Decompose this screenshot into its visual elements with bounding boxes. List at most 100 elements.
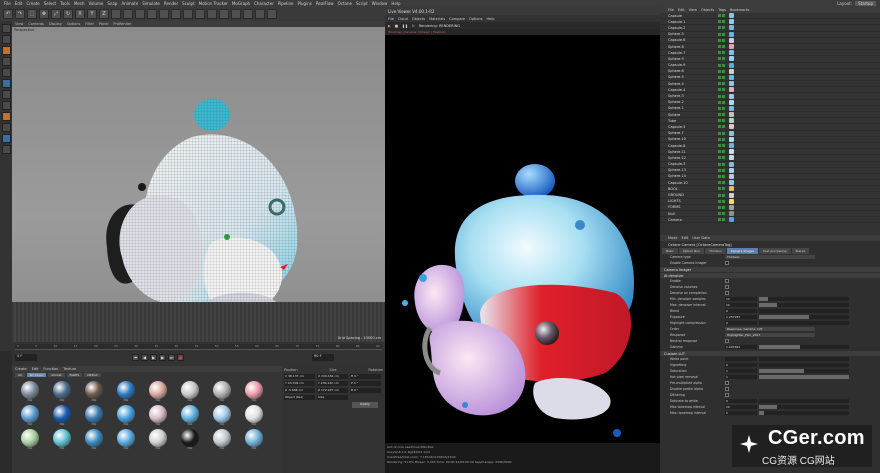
viewport-menu-item[interactable]: Filter	[85, 22, 94, 26]
render-dot[interactable]	[722, 100, 725, 104]
attribute-tab[interactable]: Basic	[662, 248, 678, 254]
render-dot[interactable]	[722, 106, 725, 110]
param-slider[interactable]	[759, 303, 849, 307]
object-menu-item[interactable]: View	[689, 8, 697, 12]
visibility-dot[interactable]	[718, 137, 721, 141]
tool-icon[interactable]	[147, 9, 157, 19]
attribute-tab[interactable]: Post processing	[759, 248, 791, 254]
live-viewer-menu-item[interactable]: Materials	[429, 17, 445, 21]
param-slider[interactable]	[759, 363, 849, 367]
object-name[interactable]: FORMS	[668, 205, 718, 209]
material-tag-icon[interactable]	[729, 50, 734, 56]
render-dot[interactable]	[722, 38, 725, 42]
render-dot[interactable]	[722, 63, 725, 67]
visibility-dot[interactable]	[718, 26, 721, 30]
menu-item[interactable]: RealFlow	[316, 1, 334, 6]
material-tag-icon[interactable]	[729, 211, 734, 217]
render-dot[interactable]	[722, 137, 725, 141]
param-checkbox[interactable]	[725, 387, 729, 391]
viewport-menu-item[interactable]: Display	[49, 22, 62, 26]
material-tab[interactable]: Almost	[48, 373, 65, 377]
move-icon[interactable]: ✥	[39, 9, 49, 19]
octane-icon[interactable]	[1, 134, 11, 143]
coord-field[interactable]: Y 43.706 cm	[284, 381, 315, 386]
visibility-dot[interactable]	[718, 218, 721, 222]
visibility-dot[interactable]	[718, 187, 721, 191]
apply-button[interactable]: Apply	[352, 402, 378, 408]
visibility-dot[interactable]	[718, 156, 721, 160]
render-dot[interactable]	[722, 45, 725, 49]
current-frame-field[interactable]: 0 F	[15, 354, 37, 361]
visibility-dot[interactable]	[718, 125, 721, 129]
object-name[interactable]: Sphere.5	[668, 75, 718, 79]
object-name[interactable]: Capsule.7	[668, 51, 718, 55]
tool-icon[interactable]	[135, 9, 145, 19]
material-swatch[interactable]: Mat	[79, 429, 109, 451]
render-dot[interactable]	[722, 69, 725, 73]
live-viewer-menu-item[interactable]: Cloud	[398, 17, 408, 21]
param-value-field[interactable]: 20	[725, 405, 757, 409]
object-name[interactable]: Sphere.12	[668, 156, 718, 160]
object-name[interactable]: Camera	[668, 218, 718, 222]
menu-item[interactable]: Pipeline	[278, 1, 294, 6]
perspective-viewport[interactable]: Perspective Grid Spacing : 10000 cm	[12, 27, 385, 342]
object-name[interactable]: Sphere	[668, 113, 718, 117]
timeline-ruler[interactable]: 0 5 10 15 20 25 30 35 40 45 50 55 60 65 70 75 80 85 90	[15, 344, 382, 350]
render-dot[interactable]	[722, 193, 725, 197]
visibility-dot[interactable]	[718, 88, 721, 92]
object-name[interactable]: Capsule.9	[668, 63, 718, 67]
go-to-start-icon[interactable]: ⏮	[132, 354, 139, 361]
param-slider[interactable]	[759, 411, 849, 415]
visibility-dot[interactable]	[718, 20, 721, 24]
object-name[interactable]: Capsule.1	[668, 20, 718, 24]
pause-icon[interactable]: ❚❚	[402, 24, 408, 28]
menu-item[interactable]: Volume	[88, 1, 103, 6]
material-tag-icon[interactable]	[729, 118, 734, 124]
param-slider[interactable]	[759, 315, 849, 319]
coord-mode-dropdown[interactable]: Object (Rel)	[284, 395, 315, 400]
menu-item[interactable]: Snap	[107, 1, 117, 6]
param-slider[interactable]	[759, 297, 849, 301]
object-name[interactable]: Capsule.3	[668, 162, 718, 166]
object-name[interactable]: Capsule	[668, 14, 718, 18]
material-tag-icon[interactable]	[729, 155, 734, 161]
camera-type-dropdown[interactable]: Thinlens	[725, 255, 815, 259]
param-slider[interactable]	[759, 357, 849, 361]
material-tag-icon[interactable]	[729, 87, 734, 93]
render-dot[interactable]	[722, 57, 725, 61]
coord-field[interactable]: H 0 °	[350, 374, 381, 379]
param-checkbox[interactable]	[725, 393, 729, 397]
object-name[interactable]: Capsule.5	[668, 125, 718, 129]
edges-mode-icon[interactable]	[1, 57, 11, 66]
render-dot[interactable]	[722, 168, 725, 172]
material-tab[interactable]: OR3CA	[84, 373, 101, 377]
visibility-dot[interactable]	[718, 82, 721, 86]
previous-frame-icon[interactable]: ◀	[141, 354, 148, 361]
param-checkbox[interactable]	[725, 279, 729, 283]
param-value-field[interactable]: 0	[725, 321, 757, 325]
param-value-field[interactable]: 5	[725, 411, 757, 415]
menu-item[interactable]: Render	[164, 1, 178, 6]
material-menu-item[interactable]: Function	[43, 367, 58, 371]
visibility-dot[interactable]	[718, 51, 721, 55]
material-tag-icon[interactable]	[729, 99, 734, 105]
object-name[interactable]: Sphere.9	[668, 57, 718, 61]
visibility-dot[interactable]	[718, 57, 721, 61]
render-dot[interactable]	[722, 119, 725, 123]
menu-item[interactable]: Help	[391, 1, 400, 6]
material-swatch[interactable]: Mat	[239, 381, 269, 403]
render-dot[interactable]	[722, 82, 725, 86]
param-checkbox[interactable]	[725, 291, 729, 295]
material-tab[interactable]: No Layer	[26, 373, 47, 377]
material-tag-icon[interactable]	[729, 112, 734, 118]
object-name[interactable]: Sphere.1	[668, 106, 718, 110]
coord-field[interactable]: Z 172.247 cm	[317, 388, 348, 393]
render-dot[interactable]	[722, 205, 725, 209]
tool-icon[interactable]	[219, 9, 229, 19]
material-menu-item[interactable]: Create	[15, 367, 27, 371]
material-swatch[interactable]: Mat	[15, 381, 45, 403]
material-tag-icon[interactable]	[729, 136, 734, 142]
visibility-dot[interactable]	[718, 144, 721, 148]
object-name[interactable]: Capsule.8	[668, 144, 718, 148]
material-tag-icon[interactable]	[729, 217, 734, 223]
